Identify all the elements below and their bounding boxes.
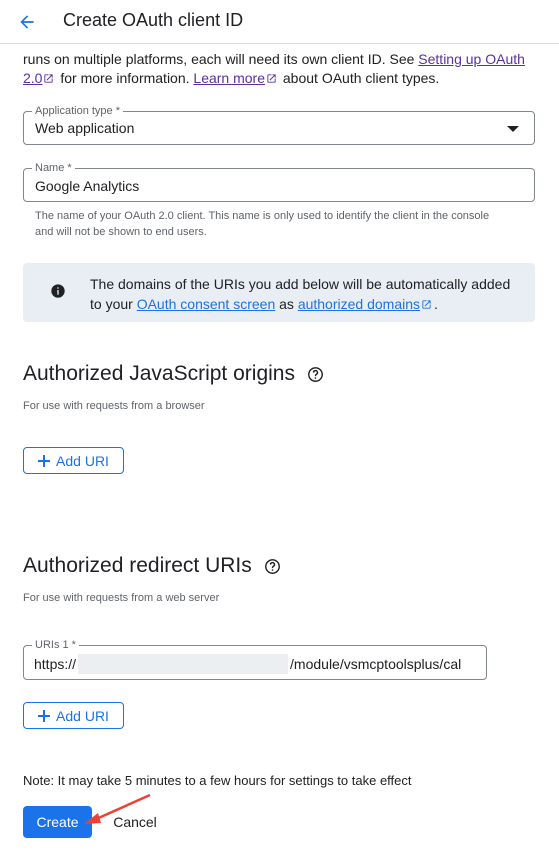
name-label: Name * bbox=[32, 161, 75, 175]
redirect-uri-label: URIs 1 * bbox=[32, 638, 79, 652]
authorized-domains-link[interactable]: authorized domains bbox=[298, 296, 420, 312]
redirect-uri-value: https:///module/vsmcptoolsplus/cal bbox=[34, 654, 462, 674]
application-type-value: Web application bbox=[35, 120, 135, 136]
external-link-icon bbox=[267, 74, 276, 83]
name-helper-text: The name of your OAuth 2.0 client. This … bbox=[35, 210, 490, 238]
redacted-domain bbox=[78, 654, 289, 674]
add-redirect-uri-button[interactable]: Add URI bbox=[23, 702, 124, 729]
name-input[interactable]: Name * Google Analytics bbox=[23, 161, 535, 202]
plus-icon bbox=[38, 709, 51, 722]
external-link-icon bbox=[422, 300, 431, 309]
arrow-back-icon bbox=[20, 15, 34, 29]
annotation-arrow-icon bbox=[84, 793, 151, 824]
help-icon[interactable] bbox=[307, 366, 324, 383]
name-value: Google Analytics bbox=[35, 178, 140, 194]
help-icon[interactable] bbox=[264, 558, 281, 575]
oauth-consent-screen-link[interactable]: OAuth consent screen bbox=[137, 296, 276, 312]
page-title: Create OAuth client ID bbox=[63, 10, 244, 30]
info-banner: The domains of the URIs you add below wi… bbox=[23, 263, 535, 322]
dropdown-arrow-icon bbox=[507, 126, 519, 132]
redirect-uris-subtitle: For use with requests from a web server bbox=[23, 592, 220, 604]
js-origins-subtitle: For use with requests from a browser bbox=[23, 400, 205, 412]
learn-more-link[interactable]: Learn more bbox=[193, 70, 265, 86]
js-origins-heading: Authorized JavaScript origins bbox=[23, 362, 324, 386]
add-js-origin-uri-button[interactable]: Add URI bbox=[23, 447, 124, 474]
info-text: The domains of the URIs you add below wi… bbox=[90, 276, 511, 312]
redirect-uris-heading: Authorized redirect URIs bbox=[23, 554, 281, 578]
info-icon bbox=[51, 284, 65, 298]
redirect-uri-input[interactable]: URIs 1 * https:///module/vsmcptoolsplus/… bbox=[23, 638, 487, 680]
plus-icon bbox=[38, 454, 51, 467]
application-type-select[interactable]: Application type * Web application bbox=[23, 104, 535, 145]
settings-note: Note: It may take 5 minutes to a few hou… bbox=[23, 773, 412, 788]
intro-text: runs on multiple platforms, each will ne… bbox=[23, 51, 525, 86]
external-link-icon bbox=[44, 74, 54, 83]
page-header: Create OAuth client ID bbox=[0, 0, 559, 44]
application-type-label: Application type * bbox=[32, 104, 123, 118]
back-button[interactable] bbox=[14, 9, 40, 35]
